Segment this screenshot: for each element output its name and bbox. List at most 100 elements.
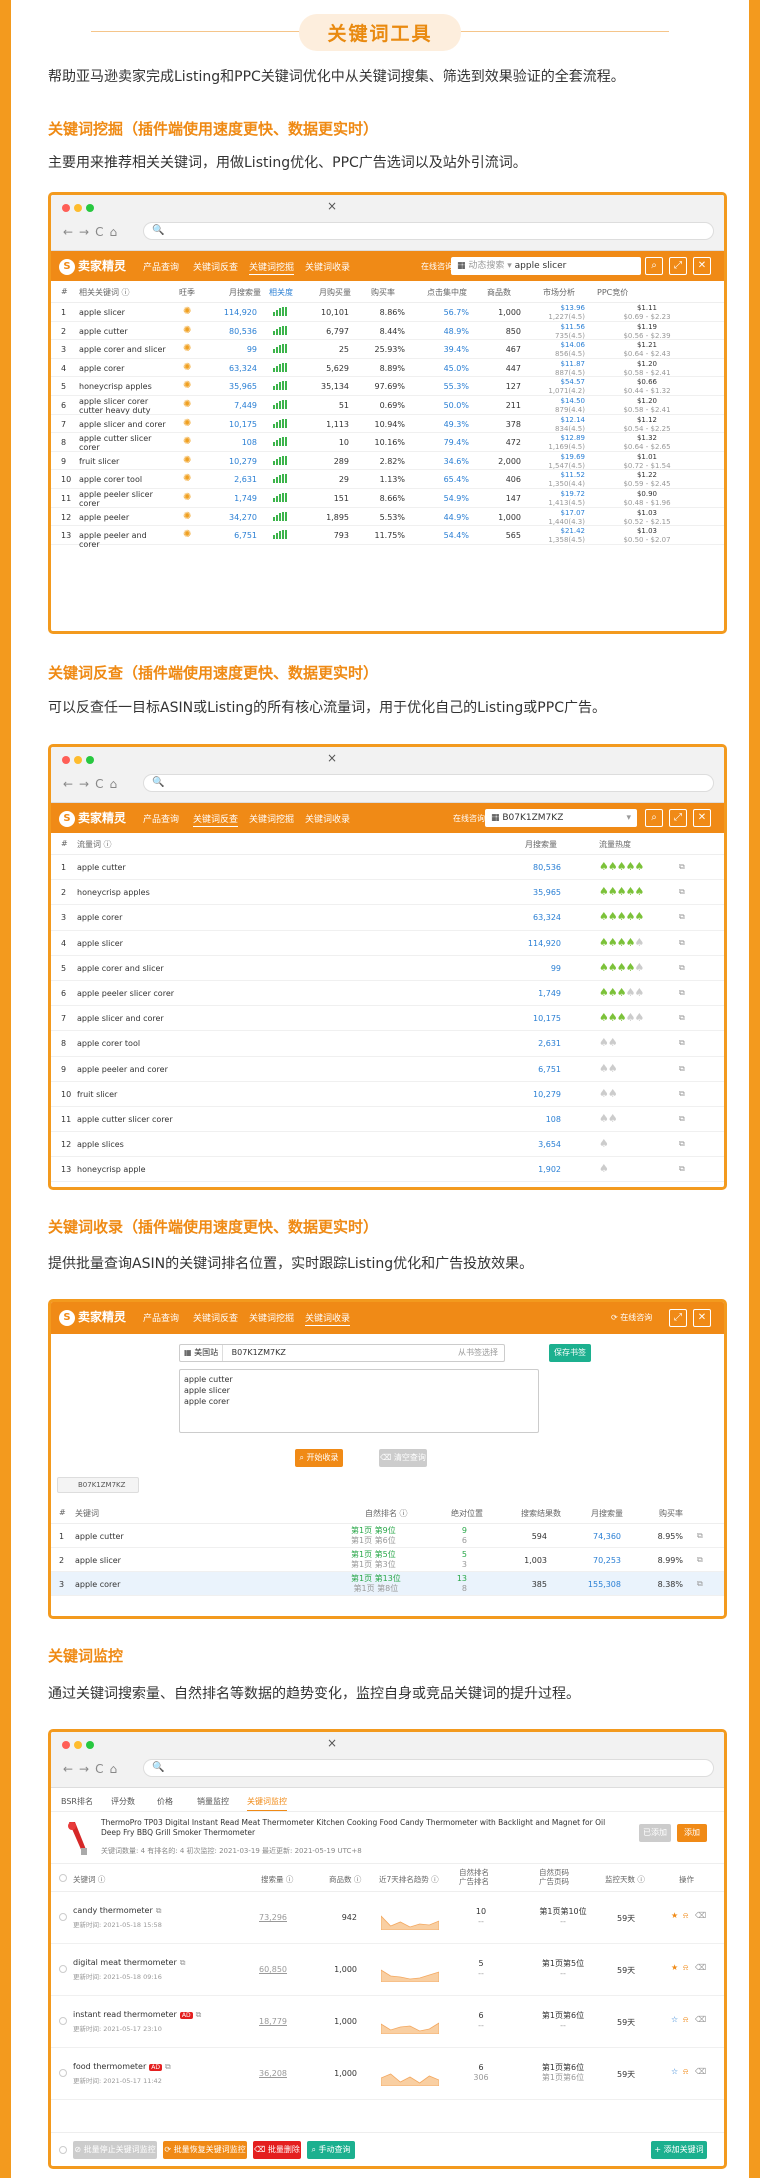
keyword-link[interactable]: honeycrisp apples — [79, 382, 169, 391]
table-row[interactable]: 2 apple cutter ✺ 80,536 6,797 8.44% 48.9% 850 $1… — [51, 322, 724, 341]
keyword-link[interactable]: apple cutter slicer corer — [79, 434, 169, 452]
col-ppc[interactable]: PPC竞价 — [597, 287, 628, 298]
maximize-dot[interactable] — [86, 204, 94, 212]
search-volume-link[interactable]: 99 — [551, 964, 561, 973]
table-row[interactable]: 4 apple slicer 114,920 ♠♠♠♠♠ ⧉ — [51, 931, 724, 956]
search-volume-link[interactable]: 2,631 — [538, 1039, 561, 1048]
minimize-dot[interactable] — [74, 1741, 82, 1749]
copy-icon[interactable]: ⧉ — [679, 1089, 685, 1099]
keyword-link[interactable]: apple slicer — [77, 939, 123, 948]
col-click-concentration[interactable]: 点击集中度 — [427, 287, 467, 298]
copy-icon[interactable]: ⧉ — [679, 912, 685, 922]
col-search-volume[interactable]: 月搜索量 — [591, 1508, 623, 1519]
external-link-icon[interactable]: ⧉ — [156, 1906, 162, 1915]
market-analysis[interactable]: $19.69 1,547(4.5) — [548, 453, 585, 471]
keyword-link[interactable]: fruit slicer — [79, 457, 169, 466]
table-row[interactable]: 10 apple corer tool ✺ 2,631 29 1.13% 65.4% 406 $… — [51, 470, 724, 489]
keyword-link[interactable]: fruit slicer — [77, 1090, 117, 1099]
search-volume-link[interactable]: 10,175 — [229, 420, 257, 429]
trash-icon[interactable]: ⌫ — [695, 2067, 706, 2076]
keyword-link[interactable]: apple slices — [77, 1140, 124, 1149]
col-organic-rank[interactable]: 自然排名 ⓘ — [365, 1508, 408, 1519]
star-icon[interactable]: ★ — [671, 1963, 678, 1972]
minimize-dot[interactable] — [74, 204, 82, 212]
nav-mining[interactable]: 关键词挖掘 — [249, 812, 294, 825]
brand-logo[interactable]: S 卖家精灵 — [59, 1308, 126, 1326]
search-volume-link[interactable]: 70,253 — [593, 1556, 621, 1565]
nav-product-query[interactable]: 产品查询 — [143, 260, 179, 273]
nav-collect[interactable]: 关键词收录 — [305, 260, 350, 273]
market-analysis[interactable]: $11.56 735(4.5) — [555, 323, 585, 341]
table-row[interactable]: 10 fruit slicer 10,279 ♠♠ ⧉ — [51, 1082, 724, 1107]
col-season[interactable]: 旺季 — [179, 287, 195, 298]
expand-icon[interactable]: ⤢ — [669, 809, 687, 827]
table-row[interactable]: 7 apple slicer and corer ✺ 10,175 1,113 10.94… — [51, 415, 724, 434]
manual-query-button[interactable]: ⌕ 手动查询 — [307, 2141, 355, 2159]
search-input[interactable]: ▦ 动态搜索 ▾ apple slicer — [451, 257, 641, 275]
market-analysis[interactable]: $11.52 1,350(4.4) — [548, 471, 585, 489]
copy-icon[interactable]: ⧉ — [697, 1555, 703, 1565]
minimize-dot[interactable] — [74, 756, 82, 764]
brand-logo[interactable]: S 卖家精灵 — [59, 257, 126, 275]
tab-close-icon[interactable]: × — [327, 199, 337, 213]
external-link-icon[interactable]: ⧉ — [165, 2062, 171, 2071]
keyword-link[interactable]: food thermometer — [73, 2062, 146, 2071]
tab-bsr[interactable]: BSR排名 — [61, 1796, 93, 1807]
col-results[interactable]: 搜索结果数 — [521, 1508, 561, 1519]
search-volume-link[interactable]: 1,902 — [538, 1165, 561, 1174]
table-row[interactable]: 13 apple peeler and corer ✺ 6,751 793 11.75% 5… — [51, 526, 724, 549]
col-keyword[interactable]: 关键词 — [75, 1508, 99, 1519]
table-row[interactable]: 7 apple slicer and corer 10,175 ♠♠♠♠♠ ⧉ — [51, 1006, 724, 1032]
close-icon[interactable]: ✕ — [693, 257, 711, 275]
table-row[interactable]: 9 fruit slicer ✺ 10,279 289 2.82% 34.6% 2,000 $1… — [51, 452, 724, 471]
product-title[interactable]: ThermoPro TP03 Digital Instant Read Meat… — [101, 1818, 621, 1838]
consult-link[interactable]: ⟳ 在线咨询 — [611, 1312, 652, 1323]
col-relevance[interactable]: 相关度 — [269, 287, 293, 298]
expand-icon[interactable]: ⤢ — [669, 257, 687, 275]
search-volume-link[interactable]: 7,449 — [234, 401, 257, 410]
col-traffic-heat[interactable]: 流量热度 — [599, 839, 631, 850]
browser-nav-icons[interactable]: ←→C⌂ — [63, 777, 123, 791]
keyword-link[interactable]: apple corer tool — [79, 475, 169, 484]
external-link-icon[interactable]: ⧉ — [196, 2010, 202, 2019]
tab-price[interactable]: 价格 — [157, 1796, 173, 1807]
consult-link[interactable]: 在线咨询 — [453, 813, 485, 824]
row-checkbox[interactable] — [59, 1913, 67, 1921]
batch-resume-button[interactable]: ⟳ 批量恢复关键词监控 — [163, 2141, 247, 2159]
copy-icon[interactable]: ⧉ — [679, 938, 685, 948]
table-row[interactable]: 12 apple peeler ✺ 34,270 1,895 5.53% 44.9% 1,00… — [51, 508, 724, 527]
search-volume-link[interactable]: 60,850 — [259, 1965, 287, 1974]
market-analysis[interactable]: $12.14 834(4.5) — [555, 416, 585, 434]
copy-icon[interactable]: ⧉ — [679, 1164, 685, 1174]
keyword-link[interactable]: apple peeler and corer — [77, 1065, 168, 1074]
market-analysis[interactable]: $11.87 887(4.5) — [555, 360, 585, 378]
table-row[interactable]: 1 apple cutter 第1页 第9位 第1页 第6位 9 6 594 74,360 8.… — [51, 1524, 724, 1548]
col-products[interactable]: 商品数 — [487, 287, 511, 298]
market-analysis[interactable]: $14.50 879(4.4) — [555, 397, 585, 415]
add-button[interactable]: 添加 — [677, 1824, 707, 1842]
keyword-link[interactable]: apple slicer — [75, 1556, 121, 1565]
keyword-link[interactable]: apple peeler — [79, 513, 169, 522]
search-volume-link[interactable]: 80,536 — [533, 863, 561, 872]
copy-icon[interactable]: ⧉ — [679, 1114, 685, 1124]
keyword-cell[interactable]: candy thermometer ⧉ — [73, 1906, 161, 1916]
asin-batch-input[interactable]: ▦ 美国站 B07K1ZM7KZ 从书签选择 — [179, 1344, 505, 1362]
external-link-icon[interactable]: ⧉ — [180, 1958, 186, 1967]
search-volume-link[interactable]: 1,749 — [234, 494, 257, 503]
copy-icon[interactable]: ⧉ — [679, 887, 685, 897]
bookmark-hint[interactable]: 从书签选择 — [458, 1345, 498, 1361]
col-search-volume[interactable]: 搜索量 ⓘ — [261, 1874, 293, 1885]
keyword-cell[interactable]: food thermometer AD ⧉ — [73, 2062, 171, 2072]
search-volume-link[interactable]: 1,749 — [538, 989, 561, 998]
search-volume-link[interactable]: 10,279 — [229, 457, 257, 466]
col-absolute-position[interactable]: 绝对位置 — [451, 1508, 483, 1519]
search-volume-link[interactable]: 114,920 — [224, 308, 257, 317]
copy-icon[interactable]: ⧉ — [679, 1038, 685, 1048]
tab-close-icon[interactable]: × — [327, 751, 337, 765]
search-volume-link[interactable]: 10,175 — [533, 1014, 561, 1023]
keyword-link[interactable]: apple peeler slicer corer — [77, 989, 174, 998]
keyword-link[interactable]: apple slicer and corer — [79, 420, 169, 429]
col-page[interactable]: 自然页码 广告页码 — [539, 1868, 569, 1886]
market-analysis[interactable]: $54.57 1,071(4.2) — [548, 378, 585, 396]
trash-icon[interactable]: ⌫ — [695, 2015, 706, 2024]
